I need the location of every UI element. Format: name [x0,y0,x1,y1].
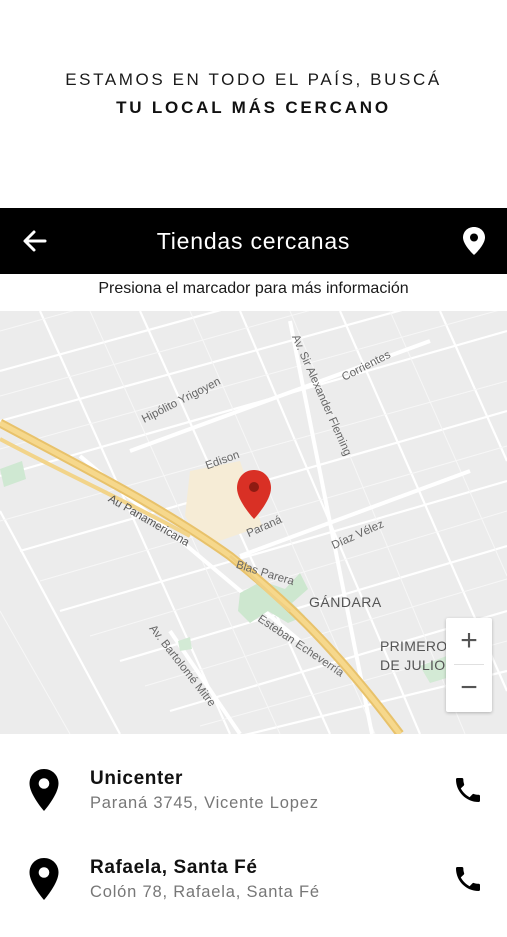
district-label-primero: PRIMERO DE JULIO [380,637,447,675]
map-pin-icon [29,769,59,811]
district-label-primero-line-2: DE JULIO [380,657,446,673]
headline-line-2: TU LOCAL MÁS CERCANO [116,98,391,117]
top-app-bar: Tiendas cercanas [0,208,507,274]
map-view[interactable]: Hipólito Yrigoyen Corrientes Av. Sir Ale… [0,311,507,734]
store-address: Colón 78, Rafaela, Santa Fé [90,883,320,901]
district-label-gandara: GÁNDARA [309,594,382,610]
store-address: Paraná 3745, Vicente Lopez [90,794,319,812]
map-pin-icon [29,858,59,900]
back-button[interactable] [18,225,52,257]
zoom-out-button[interactable]: − [446,665,492,711]
store-item[interactable]: Rafaela, Santa Fé Colón 78, Rafaela, San… [0,857,507,937]
headline: ESTAMOS EN TODO EL PAÍS, BUSCÁ TU LOCAL … [0,66,507,122]
phone-icon[interactable] [452,863,484,895]
store-item[interactable]: Unicenter Paraná 3745, Vicente Lopez [0,768,507,848]
zoom-controls: + − [446,618,492,712]
district-label-primero-line-1: PRIMERO [380,638,448,654]
zoom-in-button[interactable]: + [446,618,492,664]
location-pin-icon [463,227,485,255]
phone-icon[interactable] [452,774,484,806]
page-title: Tiendas cercanas [156,227,351,254]
map-hint: Presiona el marcador para más informació… [98,280,409,297]
headline-line-1: ESTAMOS EN TODO EL PAÍS, BUSCÁ [65,70,442,89]
store-name: Unicenter [90,768,184,789]
store-name: Rafaela, Santa Fé [90,857,258,878]
location-button[interactable] [461,225,487,257]
arrow-left-icon [23,230,47,252]
